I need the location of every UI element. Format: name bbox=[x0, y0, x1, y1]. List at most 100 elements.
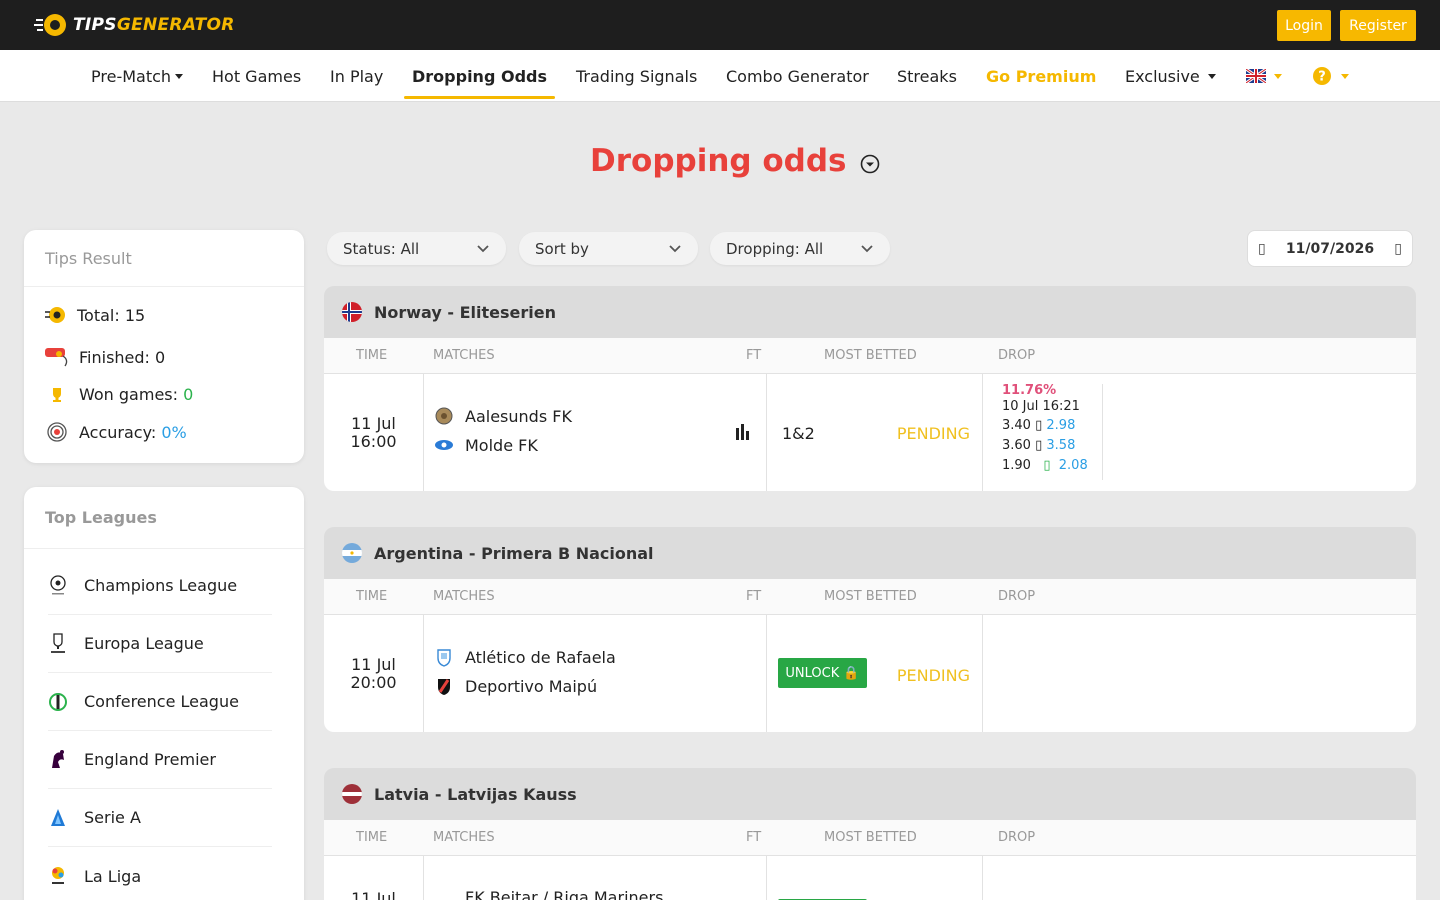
match-teams: FK Beitar / Riga Mariners bbox=[424, 856, 767, 900]
league-la-liga[interactable]: La Liga bbox=[48, 847, 272, 900]
status-badge: PENDING bbox=[896, 424, 970, 443]
odds-row: 3.60 ▯ 3.58 bbox=[1002, 438, 1076, 453]
arrow-icon: ▯ bbox=[1043, 458, 1051, 473]
league-header[interactable]: Norway - Eliteserien bbox=[324, 286, 1416, 338]
home-team: FK Beitar / Riga Mariners bbox=[465, 888, 664, 900]
nav-hot-games[interactable]: Hot Games bbox=[212, 50, 301, 102]
odds-row: 1.90 ▯ 2.08 bbox=[1002, 458, 1088, 473]
ball-logo-icon bbox=[34, 14, 66, 36]
match-teams: Aalesunds FK Molde FK bbox=[424, 374, 767, 491]
nav-pre-match[interactable]: Pre-Match bbox=[91, 50, 184, 102]
nav-go-premium[interactable]: Go Premium bbox=[986, 50, 1096, 102]
nav-dropping-odds[interactable]: Dropping Odds bbox=[404, 50, 555, 102]
odds-row: 3.40 ▯ 2.98 bbox=[1002, 418, 1076, 433]
match-time: 11 Jul 16:00 bbox=[324, 374, 424, 491]
page-title: Dropping odds bbox=[590, 143, 847, 179]
league-england-premier[interactable]: England Premier bbox=[48, 731, 272, 789]
site-logo[interactable]: TIPSGENERATOR bbox=[34, 10, 235, 40]
league-name: Norway - Eliteserien bbox=[374, 302, 556, 322]
chevron-down-icon bbox=[1274, 73, 1282, 79]
nav-combo-generator[interactable]: Combo Generator bbox=[726, 50, 869, 102]
date-value[interactable]: 11/07/2026 bbox=[1286, 241, 1374, 257]
home-team: Aalesunds FK bbox=[434, 406, 572, 426]
match-row[interactable]: 11 Jul 16:00 Aalesunds FK Molde FK 1&2 PE… bbox=[324, 374, 1416, 491]
status-badge: PENDING bbox=[896, 666, 970, 685]
circle-chevron-down-icon[interactable] bbox=[860, 154, 880, 174]
latvia-flag-icon bbox=[342, 784, 362, 804]
most-betted-cell: UNLOCK 🔒 PENDING bbox=[767, 615, 983, 732]
nav-trading-signals[interactable]: Trading Signals bbox=[576, 50, 697, 102]
top-bar: TIPSGENERATOR Login Register bbox=[0, 0, 1440, 50]
team-crest-icon bbox=[438, 679, 450, 695]
accuracy-row: Accuracy: 0% bbox=[45, 422, 187, 442]
chevron-down-icon bbox=[669, 244, 681, 252]
league-block-norway: Norway - Eliteserien TIME MATCHES FT MOS… bbox=[324, 286, 1416, 491]
away-team: Deportivo Maipú bbox=[434, 676, 597, 696]
sort-by-filter[interactable]: Sort by bbox=[519, 232, 698, 265]
league-block-argentina: Argentina - Primera B Nacional TIME MATC… bbox=[324, 527, 1416, 732]
bet-value: 1&2 bbox=[782, 424, 815, 443]
top-leagues-card: Top Leagues Champions League Europa Leag… bbox=[24, 487, 304, 900]
tips-result-card: Tips Result Total: 15 Finished: 0 Won ga… bbox=[24, 230, 304, 463]
total-row: Total: 15 bbox=[45, 305, 145, 325]
league-header[interactable]: Argentina - Primera B Nacional bbox=[324, 527, 1416, 579]
home-team: Atlético de Rafaela bbox=[434, 647, 616, 667]
premier-league-icon bbox=[52, 749, 64, 768]
team-crest-icon bbox=[435, 440, 453, 450]
login-button[interactable]: Login bbox=[1277, 10, 1331, 41]
league-block-latvia: Latvia - Latvijas Kauss TIME MATCHES FT … bbox=[324, 768, 1416, 900]
target-icon bbox=[47, 422, 67, 442]
ball-icon bbox=[45, 307, 65, 323]
finished-row: Finished: 0 bbox=[45, 346, 165, 368]
unlock-button[interactable]: UNLOCK 🔒 bbox=[778, 658, 867, 688]
league-conference-league[interactable]: Conference League bbox=[48, 673, 272, 731]
argentina-flag-icon bbox=[342, 543, 362, 563]
column-headers: TIME MATCHES FT MOST BETTED DROP bbox=[324, 338, 1416, 374]
team-crest-icon bbox=[437, 649, 451, 667]
next-date-icon[interactable]: ▯ bbox=[1394, 241, 1402, 257]
league-champions-league[interactable]: Champions League bbox=[48, 557, 272, 615]
league-header[interactable]: Latvia - Latvijas Kauss bbox=[324, 768, 1416, 820]
column-headers: TIME MATCHES FT MOST BETTED DROP bbox=[324, 579, 1416, 615]
chevron-down-icon bbox=[477, 244, 489, 252]
chevron-down-icon bbox=[1341, 73, 1349, 79]
nav-streaks[interactable]: Streaks bbox=[897, 50, 957, 102]
chevron-down-icon bbox=[175, 73, 184, 79]
drop-percentage: 11.76% bbox=[1002, 383, 1057, 398]
la-liga-icon bbox=[52, 867, 64, 884]
league-name: Argentina - Primera B Nacional bbox=[374, 543, 654, 563]
league-serie-a[interactable]: Serie A bbox=[48, 789, 272, 847]
column-headers: TIME MATCHES FT MOST BETTED DROP bbox=[324, 820, 1416, 856]
date-picker: ▯ 11/07/2026 ▯ bbox=[1247, 230, 1413, 267]
arrow-icon: ▯ bbox=[1035, 418, 1043, 433]
logo-text: TIPSGENERATOR bbox=[73, 15, 235, 35]
help-menu[interactable]: ? bbox=[1313, 50, 1349, 102]
uk-flag-icon bbox=[1246, 69, 1266, 83]
most-betted-cell bbox=[767, 856, 983, 900]
tips-result-title: Tips Result bbox=[24, 230, 304, 287]
match-time: 11 Jul 20:00 bbox=[324, 615, 424, 732]
drop-details: 11.76% 10 Jul 16:21 3.40 ▯ 2.98 3.60 ▯ 3… bbox=[1002, 384, 1103, 480]
trophy-icon bbox=[53, 388, 61, 402]
whistle-icon bbox=[45, 348, 68, 367]
match-row[interactable]: 11 Jul 20:00 Atlético de Rafaela Deportiv… bbox=[324, 615, 1416, 732]
conference-league-icon bbox=[49, 692, 67, 711]
drop-time: 10 Jul 16:21 bbox=[1002, 399, 1080, 414]
stats-chart-icon[interactable] bbox=[735, 424, 751, 440]
chevron-down-icon bbox=[861, 244, 873, 252]
previous-date-icon[interactable]: ▯ bbox=[1258, 241, 1266, 257]
league-europa-league[interactable]: Europa League bbox=[48, 615, 272, 673]
match-row[interactable]: 11 Jul FK Beitar / Riga Mariners bbox=[324, 856, 1416, 900]
away-team: Molde FK bbox=[434, 435, 538, 455]
dropping-filter[interactable]: Dropping: All bbox=[710, 232, 890, 265]
status-filter[interactable]: Status: All bbox=[327, 232, 506, 265]
main-nav: Pre-Match Hot Games In Play Dropping Odd… bbox=[0, 50, 1440, 102]
accuracy-value: 0% bbox=[161, 422, 187, 442]
nav-in-play[interactable]: In Play bbox=[330, 50, 383, 102]
match-time: 11 Jul bbox=[324, 856, 424, 900]
league-name: Latvia - Latvijas Kauss bbox=[374, 784, 577, 804]
nav-exclusive[interactable]: Exclusive bbox=[1125, 50, 1216, 102]
register-button[interactable]: Register bbox=[1340, 10, 1416, 41]
language-selector[interactable] bbox=[1246, 50, 1282, 102]
match-teams: Atlético de Rafaela Deportivo Maipú bbox=[424, 615, 767, 732]
